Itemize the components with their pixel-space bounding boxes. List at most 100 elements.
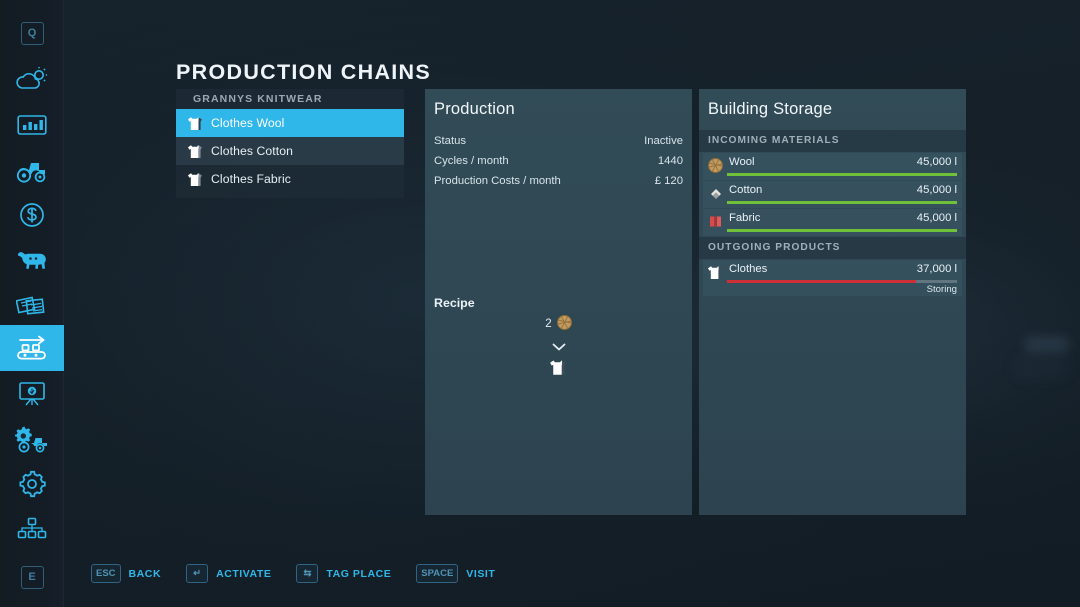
stat-status-value: Inactive [644, 135, 683, 147]
sidebar-item-production-chains[interactable] [0, 325, 64, 371]
incoming-section-label: INCOMING MATERIALS [708, 135, 840, 146]
stat-costs-key: Production Costs / month [434, 175, 561, 187]
recipe-input: 2 [545, 315, 571, 333]
clothes-icon [549, 363, 568, 380]
stat-cycles-key: Cycles / month [434, 155, 509, 167]
list-item-label: Clothes Cotton [211, 144, 293, 158]
key-q-label: Q [21, 22, 44, 45]
outgoing-section-label: OUTGOING PRODUCTS [708, 242, 840, 253]
gear-icon [18, 470, 46, 498]
key-space: SPACE [416, 564, 458, 583]
sidebar-item-weather[interactable] [0, 57, 64, 103]
production-list-panel: GRANNYS KNITWEAR Clothes Wool Clothes Co… [176, 89, 404, 198]
storage-row-status: Storing [927, 284, 957, 295]
documents-icon [16, 293, 48, 319]
hint-activate[interactable]: ↵ ACTIVATE [186, 564, 271, 583]
clothes-icon [707, 264, 724, 281]
dollar-icon [18, 201, 46, 229]
network-nodes-icon [17, 517, 47, 541]
hint-activate-label: ACTIVATE [216, 568, 271, 580]
stat-cycles-value: 1440 [658, 155, 683, 167]
wool-icon [557, 315, 572, 333]
production-panel: Production Status Inactive Cycles / mont… [425, 89, 692, 515]
storage-row-name: Cotton [729, 184, 762, 196]
weather-icon [16, 67, 48, 93]
tractor-icon [15, 157, 49, 183]
list-group-header: GRANNYS KNITWEAR [176, 89, 404, 109]
storage-row-bar-fill [727, 201, 957, 204]
game-menu-screen: Q [0, 0, 1080, 607]
sidebar-item-finances[interactable] [0, 192, 64, 238]
key-enter: ↵ [186, 564, 208, 583]
hint-back[interactable]: ESC BACK [91, 564, 161, 583]
sidebar-key-prev[interactable]: Q [0, 10, 64, 56]
storage-row-fabric[interactable]: Fabric 45,000 l [703, 209, 962, 236]
key-left-right-arrow: ⇆ [296, 564, 318, 583]
storage-row-name: Fabric [729, 212, 760, 224]
storage-panel-title: Building Storage [708, 100, 832, 119]
storage-row-bar-track [727, 201, 957, 204]
sidebar: Q [0, 0, 64, 607]
stat-costs: Production Costs / month £ 120 [434, 175, 683, 191]
list-item-clothes-wool[interactable]: Clothes Wool [176, 109, 404, 137]
key-e-label: E [21, 566, 44, 589]
list-item-label: Clothes Fabric [211, 172, 291, 186]
statistics-icon [17, 113, 47, 137]
sidebar-item-multiplayer[interactable] [0, 506, 64, 552]
stat-status-key: Status [434, 135, 466, 147]
recipe-input-amount: 2 [545, 318, 551, 330]
hint-tag-place[interactable]: ⇆ TAG PLACE [296, 564, 391, 583]
background-light-blob [1024, 336, 1070, 353]
sidebar-item-contracts[interactable] [0, 283, 64, 329]
storage-row-name: Wool [729, 156, 755, 168]
stat-costs-value: £ 120 [655, 175, 683, 187]
storage-row-bar-track [727, 229, 957, 232]
list-item-clothes-cotton[interactable]: Clothes Cotton [176, 137, 404, 165]
hint-back-label: BACK [129, 568, 162, 580]
clothes-icon [184, 144, 206, 159]
stat-cycles: Cycles / month 1440 [434, 155, 683, 171]
background-light-blob-secondary [1016, 356, 1068, 378]
sidebar-item-vehicle-config[interactable] [0, 416, 64, 462]
storage-row-clothes[interactable]: Clothes 37,000 l Storing [703, 260, 962, 296]
production-chains-icon [15, 334, 49, 362]
production-panel-title: Production [434, 100, 515, 119]
storage-row-bar-track [727, 280, 957, 283]
clothes-icon [184, 116, 206, 131]
key-esc: ESC [91, 564, 121, 583]
storage-row-amount: 45,000 l [917, 156, 957, 168]
storage-row-amount: 45,000 l [917, 184, 957, 196]
storage-row-wool[interactable]: Wool 45,000 l [703, 153, 962, 180]
storage-row-cotton[interactable]: Cotton 45,000 l [703, 181, 962, 208]
list-item-clothes-fabric[interactable]: Clothes Fabric [176, 165, 404, 193]
storage-row-bar-fill [727, 280, 916, 283]
fabric-icon [707, 213, 724, 230]
recipe-heading: Recipe [434, 296, 475, 310]
hint-visit[interactable]: SPACE VISIT [416, 564, 495, 583]
building-storage-panel: Building Storage INCOMING MATERIALS Wool… [699, 89, 966, 515]
clothes-icon [184, 172, 206, 187]
tractor-gear-icon [15, 425, 49, 453]
sidebar-key-next[interactable]: E [0, 554, 64, 600]
sidebar-item-animals[interactable] [0, 237, 64, 283]
storage-row-amount: 45,000 l [917, 212, 957, 224]
recipe-diagram: 2 [425, 315, 692, 381]
sidebar-item-map-overview[interactable] [0, 371, 64, 417]
wool-icon [707, 157, 724, 174]
map-board-icon [17, 381, 47, 407]
storage-row-bar-fill [727, 173, 957, 176]
sidebar-item-vehicles[interactable] [0, 147, 64, 193]
stat-status: Status Inactive [434, 135, 683, 151]
cotton-icon [707, 185, 724, 202]
sidebar-item-settings[interactable] [0, 461, 64, 507]
cow-icon [15, 248, 49, 272]
storage-row-bar-track [727, 173, 957, 176]
list-item-label: Clothes Wool [211, 116, 284, 130]
footer-hint-bar: ESC BACK ↵ ACTIVATE ⇆ TAG PLACE SPACE VI… [91, 564, 520, 583]
chevron-down-icon [552, 338, 566, 356]
storage-row-amount: 37,000 l [917, 263, 957, 275]
sidebar-item-statistics[interactable] [0, 102, 64, 148]
recipe-output [549, 359, 568, 381]
hint-visit-label: VISIT [466, 568, 495, 580]
page-title: PRODUCTION CHAINS [176, 60, 431, 85]
